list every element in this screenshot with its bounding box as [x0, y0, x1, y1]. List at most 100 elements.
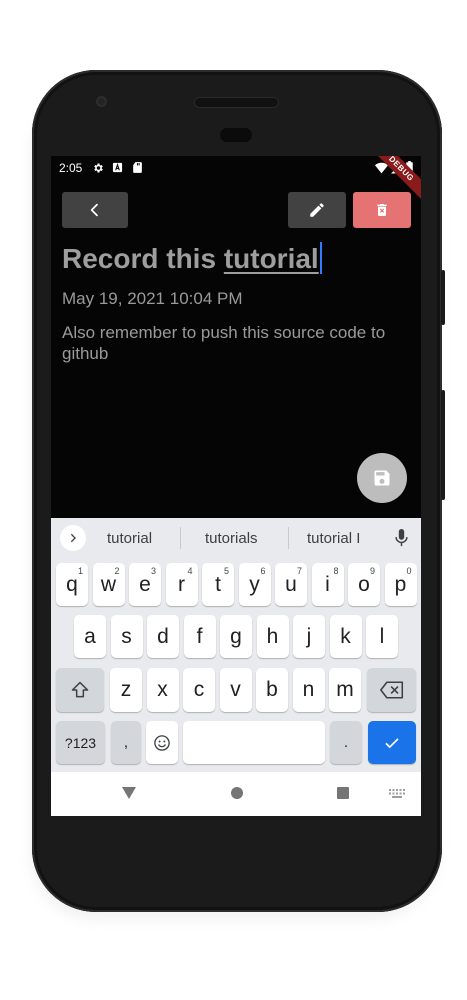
pencil-icon [310, 203, 324, 217]
key-g[interactable]: g [220, 615, 252, 658]
suggestion-3[interactable]: tutorial I [307, 530, 360, 547]
key-r-number-hint: 4 [187, 566, 193, 576]
backspace-key[interactable] [367, 668, 416, 712]
edit-button[interactable] [288, 192, 346, 228]
key-h[interactable]: h [256, 615, 289, 658]
key-c-label: c [193, 678, 205, 701]
done-key[interactable] [368, 721, 416, 764]
key-w-label: w [100, 572, 117, 596]
key-s-label: s [121, 624, 132, 648]
key-a[interactable]: a [74, 615, 106, 658]
note-title-composing-word: tutorial [223, 243, 319, 274]
key-w-number-hint: 2 [114, 566, 120, 576]
suggestion-strip: tutorial tutorials tutorial I [51, 518, 421, 558]
key-m[interactable]: m [329, 668, 361, 712]
nav-home-circle-icon[interactable] [230, 786, 244, 800]
key-t[interactable]: t5 [202, 563, 234, 606]
key-i[interactable]: i8 [311, 563, 344, 606]
expand-toolbar-button[interactable] [60, 525, 86, 551]
shift-key[interactable] [56, 668, 104, 712]
key-f[interactable]: f [183, 615, 216, 658]
key-i-number-hint: 8 [333, 566, 339, 576]
key-p[interactable]: p0 [384, 563, 417, 606]
microphone-icon[interactable] [395, 529, 408, 547]
key-l[interactable]: l [366, 615, 398, 658]
status-time: 2:05 [59, 161, 83, 175]
period-key[interactable]: . [330, 721, 362, 764]
key-d[interactable]: d [147, 615, 179, 658]
suggestion-divider [180, 527, 181, 549]
key-s[interactable]: s [110, 615, 143, 658]
front-camera [220, 128, 252, 142]
volume-button [441, 390, 445, 500]
nav-recents-square-icon[interactable] [336, 786, 350, 800]
emoji-smiley-icon [154, 734, 170, 751]
key-v-label: v [230, 678, 241, 701]
key-q[interactable]: q1 [56, 563, 88, 606]
key-o-label: o [358, 572, 370, 596]
suggestion-1[interactable]: tutorial [107, 530, 152, 547]
space-key[interactable] [183, 721, 325, 764]
key-a-label: a [84, 624, 96, 648]
key-m-label: m [336, 678, 354, 701]
comma-key[interactable]: , [111, 721, 141, 764]
key-b[interactable]: b [256, 668, 288, 712]
suggestion-divider [288, 527, 289, 549]
key-n[interactable]: n [292, 668, 325, 712]
key-p-number-hint: 0 [406, 566, 412, 576]
key-y-label: y [249, 572, 260, 596]
key-r[interactable]: r4 [165, 563, 198, 606]
key-r-label: r [178, 572, 185, 596]
back-button[interactable] [62, 192, 128, 228]
front-sensor [96, 96, 107, 107]
key-u[interactable]: u7 [275, 563, 307, 606]
power-button [441, 270, 445, 325]
key-e-label: e [139, 572, 151, 596]
key-q-label: q [66, 572, 78, 596]
note-title-text: Record this [62, 243, 224, 274]
key-u-number-hint: 7 [296, 566, 302, 576]
chevron-left-icon [90, 203, 98, 217]
save-icon [374, 470, 390, 486]
text-a-icon [112, 162, 123, 173]
key-x[interactable]: x [146, 668, 179, 712]
suggestion-2[interactable]: tutorials [205, 530, 258, 547]
key-q-number-hint: 1 [77, 566, 83, 576]
key-t-number-hint: 5 [223, 566, 229, 576]
key-u-label: u [285, 572, 297, 596]
key-p-label: p [394, 572, 407, 596]
delete-button[interactable] [353, 192, 411, 228]
key-o-number-hint: 9 [369, 566, 375, 576]
emoji-key[interactable] [146, 721, 178, 764]
note-description[interactable]: Also remember to push this source code t… [62, 322, 412, 364]
key-n-label: n [302, 678, 315, 701]
shift-arrow-icon [71, 681, 89, 698]
checkmark-icon [385, 737, 399, 748]
key-w[interactable]: w2 [92, 563, 125, 606]
key-y-number-hint: 6 [260, 566, 266, 576]
status-bar: 2:05 DEBUG [51, 156, 421, 207]
note-title-input[interactable]: Record this tutorial [62, 242, 322, 275]
nav-back-triangle-icon[interactable] [122, 787, 136, 799]
keyboard-switch-icon[interactable] [389, 789, 405, 798]
key-z-label: z [120, 678, 132, 701]
key-t-label: t [215, 572, 221, 596]
key-o[interactable]: o9 [348, 563, 380, 606]
key-x-label: x [157, 678, 168, 701]
key-k[interactable]: k [329, 615, 362, 658]
symbols-key[interactable]: ?123 [56, 721, 105, 764]
key-j[interactable]: j [293, 615, 325, 658]
sd-card-icon [133, 162, 142, 173]
text-caret [319, 242, 322, 274]
save-fab-button[interactable] [357, 453, 407, 503]
key-c[interactable]: c [183, 668, 215, 712]
key-z[interactable]: z [110, 668, 142, 712]
key-i-label: i [325, 572, 330, 596]
key-e[interactable]: e3 [129, 563, 161, 606]
key-y[interactable]: y6 [238, 563, 271, 606]
backspace-icon [379, 681, 403, 699]
key-v[interactable]: v [219, 668, 252, 712]
navigation-bar [51, 772, 421, 816]
key-f-label: f [196, 624, 203, 648]
key-e-number-hint: 3 [150, 566, 156, 576]
